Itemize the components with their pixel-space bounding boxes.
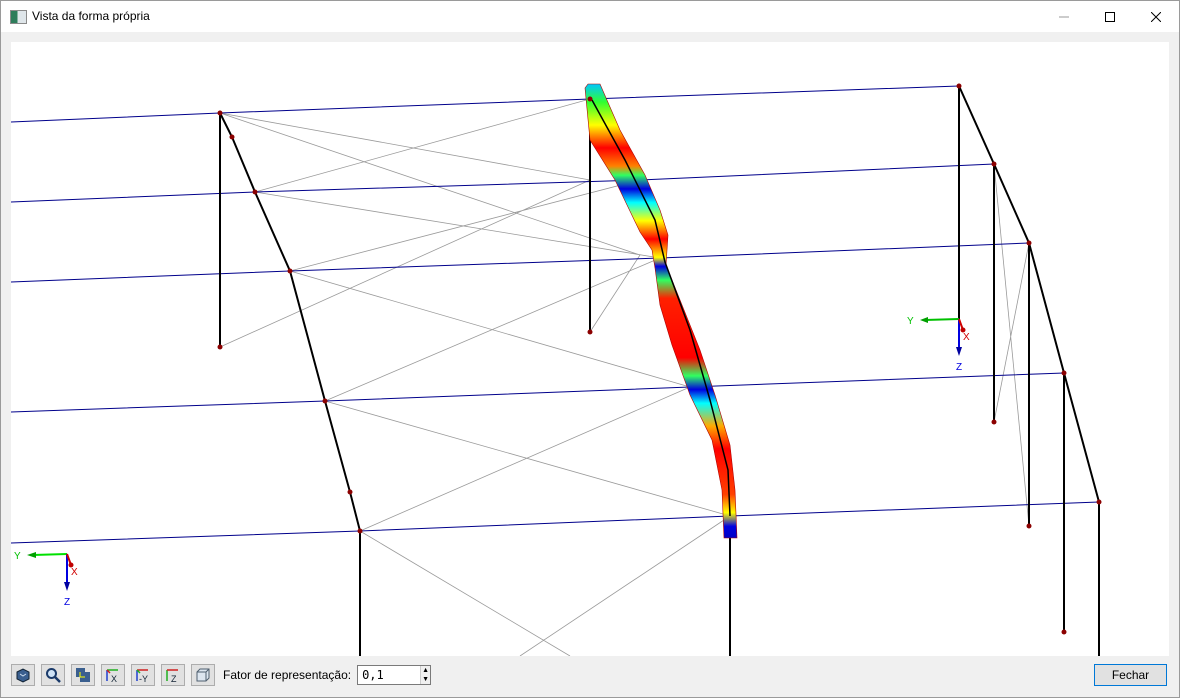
minimize-button[interactable] xyxy=(1041,1,1087,32)
close-icon xyxy=(1151,11,1161,22)
zoom-button[interactable] xyxy=(41,664,65,686)
wireframe-box-icon xyxy=(196,668,210,682)
nodes xyxy=(217,83,1102,635)
spin-down-button[interactable]: ▼ xyxy=(421,675,431,684)
close-button[interactable]: Fechar xyxy=(1094,664,1167,686)
scale-factor-input[interactable] xyxy=(358,666,421,684)
view-x-label: X xyxy=(111,674,117,683)
beams xyxy=(10,85,1100,544)
wireframe-box-button[interactable] xyxy=(191,664,215,686)
maximize-icon xyxy=(1105,11,1115,22)
spin-up-button[interactable]: ▲ xyxy=(421,666,431,675)
global-axis-triad: Y X Z xyxy=(14,551,78,608)
view-minus-y-label: -Y xyxy=(139,674,148,683)
view-minus-y-icon: -Y xyxy=(136,669,148,683)
local-x-label: X xyxy=(963,332,970,343)
render-mode-button[interactable] xyxy=(71,664,95,686)
maximize-button[interactable] xyxy=(1087,1,1133,32)
isometric-view-button[interactable] xyxy=(11,664,35,686)
global-y-label: Y xyxy=(14,551,21,562)
minimize-icon xyxy=(1059,16,1069,17)
title-bar: Vista da forma própria xyxy=(1,1,1179,32)
local-axis-triad: Y X Z xyxy=(907,316,970,373)
app-icon xyxy=(10,10,27,24)
global-z-label: Z xyxy=(64,597,70,608)
columns xyxy=(219,85,1100,656)
scale-factor-spinner: ▲▼ xyxy=(357,665,432,685)
view-x-button[interactable]: X xyxy=(101,664,125,686)
close-window-button[interactable] xyxy=(1133,1,1179,32)
view-minus-y-button[interactable]: -Y xyxy=(131,664,155,686)
3d-viewport[interactable]: Y X Z Y X Z xyxy=(10,42,1169,657)
local-y-label: Y xyxy=(907,316,914,327)
scale-factor-label: Fator de representação: xyxy=(223,668,352,682)
view-z-button[interactable]: Z xyxy=(161,664,185,686)
isometric-view-icon xyxy=(16,668,30,683)
zoom-icon xyxy=(46,668,61,683)
global-x-label: X xyxy=(71,567,78,578)
view-z-icon: Z xyxy=(166,669,178,683)
window-title: Vista da forma própria xyxy=(32,9,150,23)
render-mode-icon xyxy=(76,668,90,682)
local-z-label: Z xyxy=(956,362,962,373)
structure-model: Y X Z Y X Z xyxy=(10,83,1102,657)
bottom-toolbar: X -Y Z Fator de representação: ▲▼ xyxy=(11,662,432,688)
view-z-label: Z xyxy=(171,674,177,683)
view-x-icon: X xyxy=(106,669,118,683)
deformed-member-mode-shape xyxy=(584,83,738,539)
